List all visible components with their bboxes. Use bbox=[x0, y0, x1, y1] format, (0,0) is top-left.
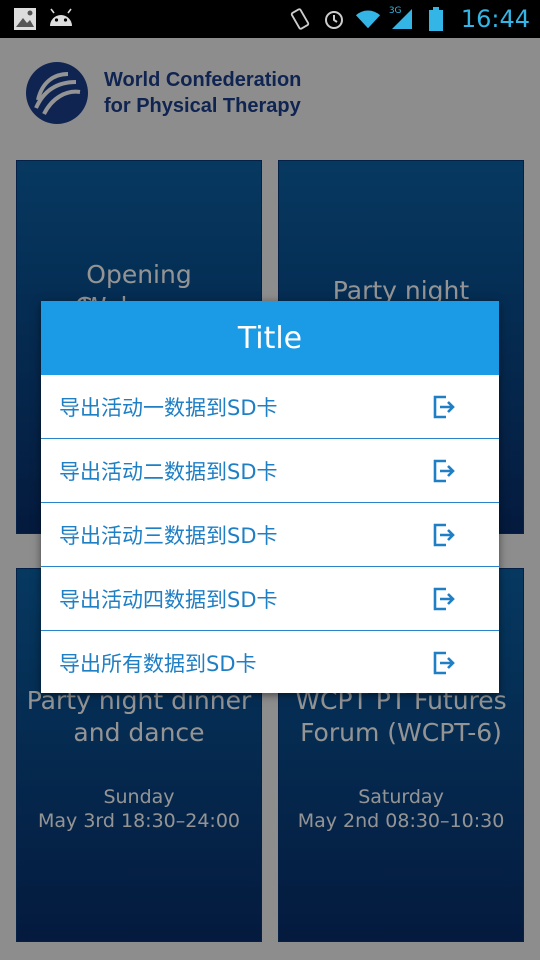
export-all-item[interactable]: 导出所有数据到SD卡 bbox=[41, 631, 499, 694]
export-activity-2-item[interactable]: 导出活动二数据到SD卡 bbox=[41, 439, 499, 503]
signal-icon: 3G bbox=[389, 6, 415, 32]
wifi-icon bbox=[355, 6, 381, 32]
dialog-item-label: 导出所有数据到SD卡 bbox=[59, 651, 257, 676]
status-bar: 3G 16:44 bbox=[0, 0, 540, 38]
dialog-item-label: 导出活动一数据到SD卡 bbox=[59, 395, 278, 420]
export-activity-3-item[interactable]: 导出活动三数据到SD卡 bbox=[41, 503, 499, 567]
dialog-header: Title bbox=[41, 301, 499, 375]
export-icon bbox=[433, 587, 455, 610]
dialog-item-label: 导出活动三数据到SD卡 bbox=[59, 523, 278, 548]
export-icon bbox=[433, 459, 455, 482]
export-dialog: Title 导出活动一数据到SD卡 导出活动二数据到SD卡 导出活动三数据到SD… bbox=[41, 301, 499, 693]
alarm-icon bbox=[321, 6, 347, 32]
dialog-item-label: 导出活动二数据到SD卡 bbox=[59, 459, 278, 484]
dialog-item-label: 导出活动四数据到SD卡 bbox=[59, 587, 278, 612]
status-left bbox=[12, 6, 74, 32]
battery-icon bbox=[423, 6, 449, 32]
status-time: 16:44 bbox=[460, 5, 530, 33]
export-activity-4-item[interactable]: 导出活动四数据到SD卡 bbox=[41, 567, 499, 631]
export-icon bbox=[433, 523, 455, 546]
status-right: 3G 16:44 bbox=[287, 0, 530, 38]
dialog-title: Title bbox=[237, 320, 303, 356]
export-icon bbox=[433, 395, 455, 418]
vibrate-icon bbox=[287, 6, 313, 32]
gallery-icon bbox=[12, 6, 38, 32]
export-icon bbox=[433, 651, 455, 674]
android-icon bbox=[48, 6, 74, 32]
export-activity-1-item[interactable]: 导出活动一数据到SD卡 bbox=[41, 375, 499, 439]
network-type-label: 3G bbox=[388, 6, 402, 16]
